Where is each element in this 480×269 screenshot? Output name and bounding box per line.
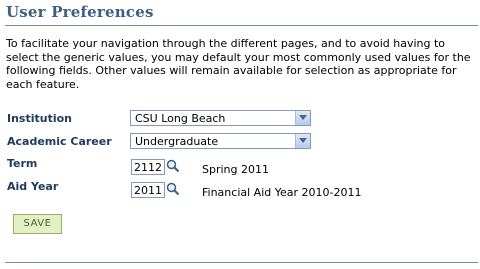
bottom-divider xyxy=(5,262,478,263)
term-label: Term xyxy=(7,157,38,170)
aid-year-value: 2011 xyxy=(134,184,162,197)
save-button[interactable]: SAVE xyxy=(13,214,62,234)
title-divider xyxy=(5,25,478,26)
aid-year-input[interactable]: 2011 xyxy=(131,182,165,198)
academic-career-select[interactable]: Undergraduate xyxy=(130,133,311,149)
institution-select[interactable]: CSU Long Beach xyxy=(130,110,311,126)
institution-label: Institution xyxy=(7,112,73,125)
academic-career-label: Academic Career xyxy=(7,135,112,148)
term-value: 2112 xyxy=(134,161,162,174)
magnifier-icon[interactable] xyxy=(166,181,180,200)
aid-year-label: Aid Year xyxy=(7,180,59,193)
intro-text: To facilitate your navigation through th… xyxy=(6,37,471,91)
chevron-down-icon[interactable] xyxy=(295,134,310,148)
page-title: User Preferences xyxy=(6,3,154,21)
magnifier-icon[interactable] xyxy=(166,158,180,177)
aid-year-description: Financial Aid Year 2010-2011 xyxy=(202,186,362,199)
academic-career-value: Undergraduate xyxy=(135,135,219,148)
term-input[interactable]: 2112 xyxy=(131,159,165,175)
chevron-down-icon[interactable] xyxy=(295,111,310,125)
term-description: Spring 2011 xyxy=(202,163,269,176)
institution-value: CSU Long Beach xyxy=(135,112,226,125)
